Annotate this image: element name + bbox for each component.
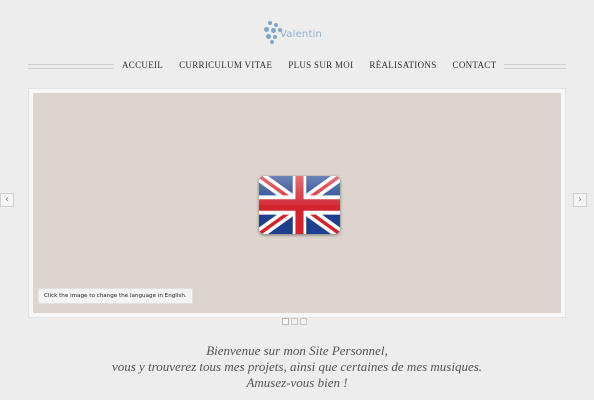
nav-item-plus-sur-moi[interactable]: PLUS SUR MOI: [280, 60, 362, 70]
main-nav: ACCUEIL CURRICULUM VITAE PLUS SUR MOI RÉ…: [114, 58, 505, 72]
slider-bullet[interactable]: [300, 318, 307, 325]
uk-flag-icon[interactable]: [259, 176, 340, 234]
slider-bullet[interactable]: [282, 318, 289, 325]
nav-item-realisations[interactable]: RÉALISATIONS: [361, 60, 445, 70]
welcome-line-2: vous y trouverez tous mes projets, ainsi…: [111, 359, 483, 374]
slider-next-button[interactable]: ›: [573, 193, 587, 207]
welcome-line-3: Amusez-vous bien !: [246, 375, 348, 390]
slider-prev-button[interactable]: ‹: [0, 193, 14, 207]
slider-bullet[interactable]: [291, 318, 298, 325]
slide[interactable]: Click the image to change the language i…: [33, 93, 561, 313]
slide-caption: Click the image to change the language i…: [38, 288, 193, 304]
nav-item-contact[interactable]: CONTACT: [444, 60, 505, 70]
welcome-message: Bienvenue sur mon Site Personnel, vous y…: [0, 343, 594, 391]
logo-text: Valentin: [280, 29, 323, 40]
welcome-line-1: Bienvenue sur mon Site Personnel,: [206, 343, 388, 358]
nav-item-accueil[interactable]: ACCUEIL: [114, 60, 172, 70]
nav-item-curriculum-vitae[interactable]: CURRICULUM VITAE: [171, 60, 281, 70]
nav-divider-left: [28, 64, 114, 69]
site-logo[interactable]: Valentin: [262, 20, 332, 46]
slider-pagination: [282, 318, 307, 325]
